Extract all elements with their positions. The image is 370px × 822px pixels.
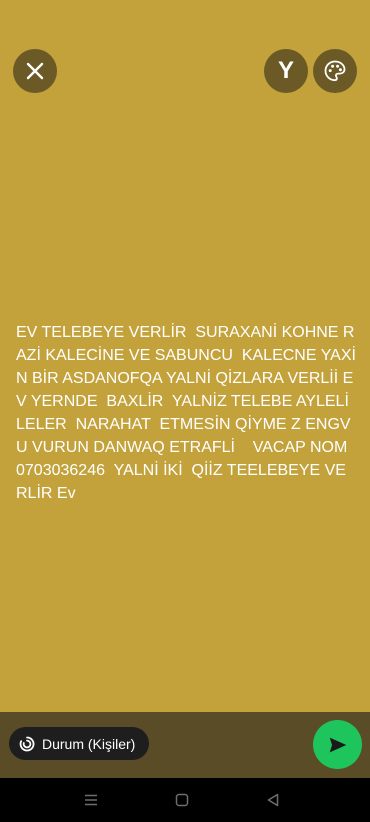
back-icon	[267, 793, 279, 807]
text-style-button[interactable]: Y	[264, 49, 308, 93]
close-icon	[26, 62, 44, 80]
send-button[interactable]	[313, 720, 362, 769]
home-button[interactable]	[172, 790, 192, 810]
home-icon	[175, 793, 189, 807]
recent-apps-icon	[85, 794, 97, 806]
status-text[interactable]: EV TELEBEYE VERLİR SURAXANİ KOHNE RAZİ K…	[16, 321, 356, 505]
recent-apps-button[interactable]	[81, 790, 101, 810]
close-button[interactable]	[13, 49, 57, 93]
text-style-label: Y	[277, 57, 294, 84]
back-button[interactable]	[263, 790, 283, 810]
status-ring-icon	[19, 736, 35, 751]
audience-selector-button[interactable]: Durum (Kişiler)	[9, 727, 150, 760]
audience-label: Durum (Kişiler)	[42, 735, 136, 752]
palette-button[interactable]	[313, 49, 357, 93]
palette-icon	[324, 60, 346, 82]
system-nav-bar	[0, 778, 370, 822]
send-icon	[329, 737, 346, 752]
composer-bar: Durum (Kişiler)	[0, 712, 370, 778]
status-canvas[interactable]: Y EV TELEBEYE VERLİR SURAXANİ KOHNE RAZİ…	[0, 0, 370, 712]
